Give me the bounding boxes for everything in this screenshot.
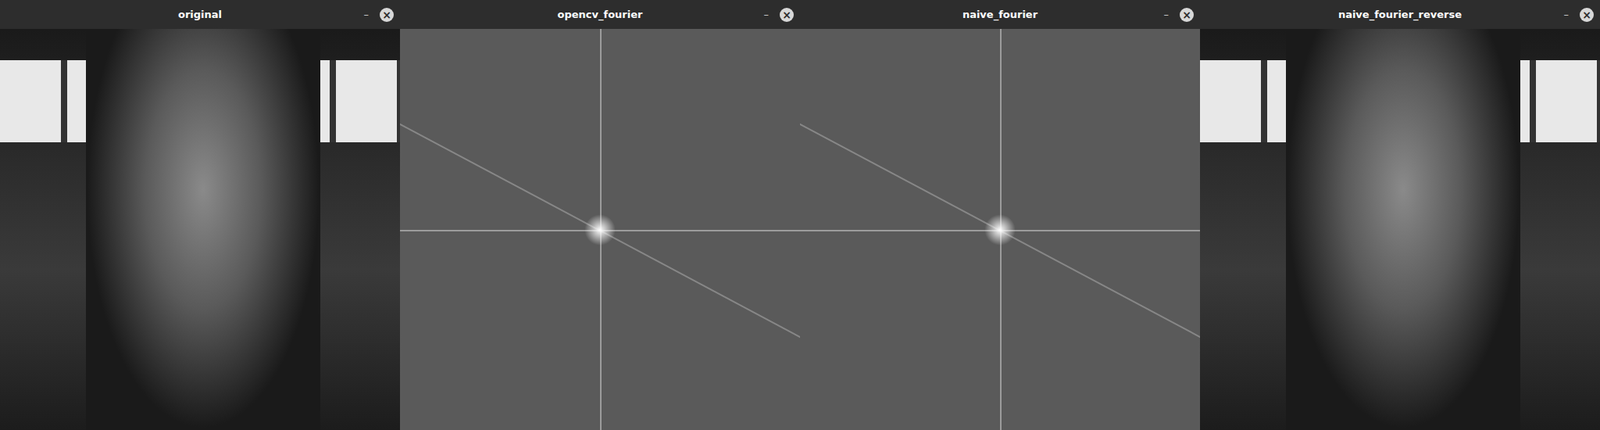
close-button[interactable]: × [1179,7,1194,22]
desktop: original–×opencv_fourier–×naive_fourier–… [0,0,1600,430]
photo-image [0,28,400,430]
window-title: original [53,8,347,21]
title-bar[interactable]: original –× [0,0,400,29]
photo-image [1200,28,1600,430]
minimize-button[interactable]: – [364,8,370,21]
image-window[interactable]: naive_fourier –× [800,0,1200,430]
person-figure [1285,28,1521,430]
dc-peak [584,214,616,246]
image-window[interactable]: opencv_fourier –× [400,0,800,430]
window-title: opencv_fourier [453,8,747,21]
window-title: naive_fourier_reverse [1253,8,1547,21]
title-bar[interactable]: naive_fourier_reverse –× [1200,0,1600,29]
window-title: naive_fourier [853,8,1147,21]
person-figure [85,28,321,430]
close-button[interactable]: × [379,7,394,22]
spectrum-image [400,28,800,430]
title-bar[interactable]: opencv_fourier –× [400,0,800,29]
spectrum-image [800,28,1200,430]
title-bar[interactable]: naive_fourier –× [800,0,1200,29]
image-window[interactable]: original –× [0,0,400,430]
image-window[interactable]: naive_fourier_reverse –× [1200,0,1600,430]
minimize-button[interactable]: – [764,8,770,21]
dc-peak [984,214,1016,246]
close-button[interactable]: × [1579,7,1594,22]
minimize-button[interactable]: – [1564,8,1570,21]
minimize-button[interactable]: – [1164,8,1170,21]
close-button[interactable]: × [779,7,794,22]
